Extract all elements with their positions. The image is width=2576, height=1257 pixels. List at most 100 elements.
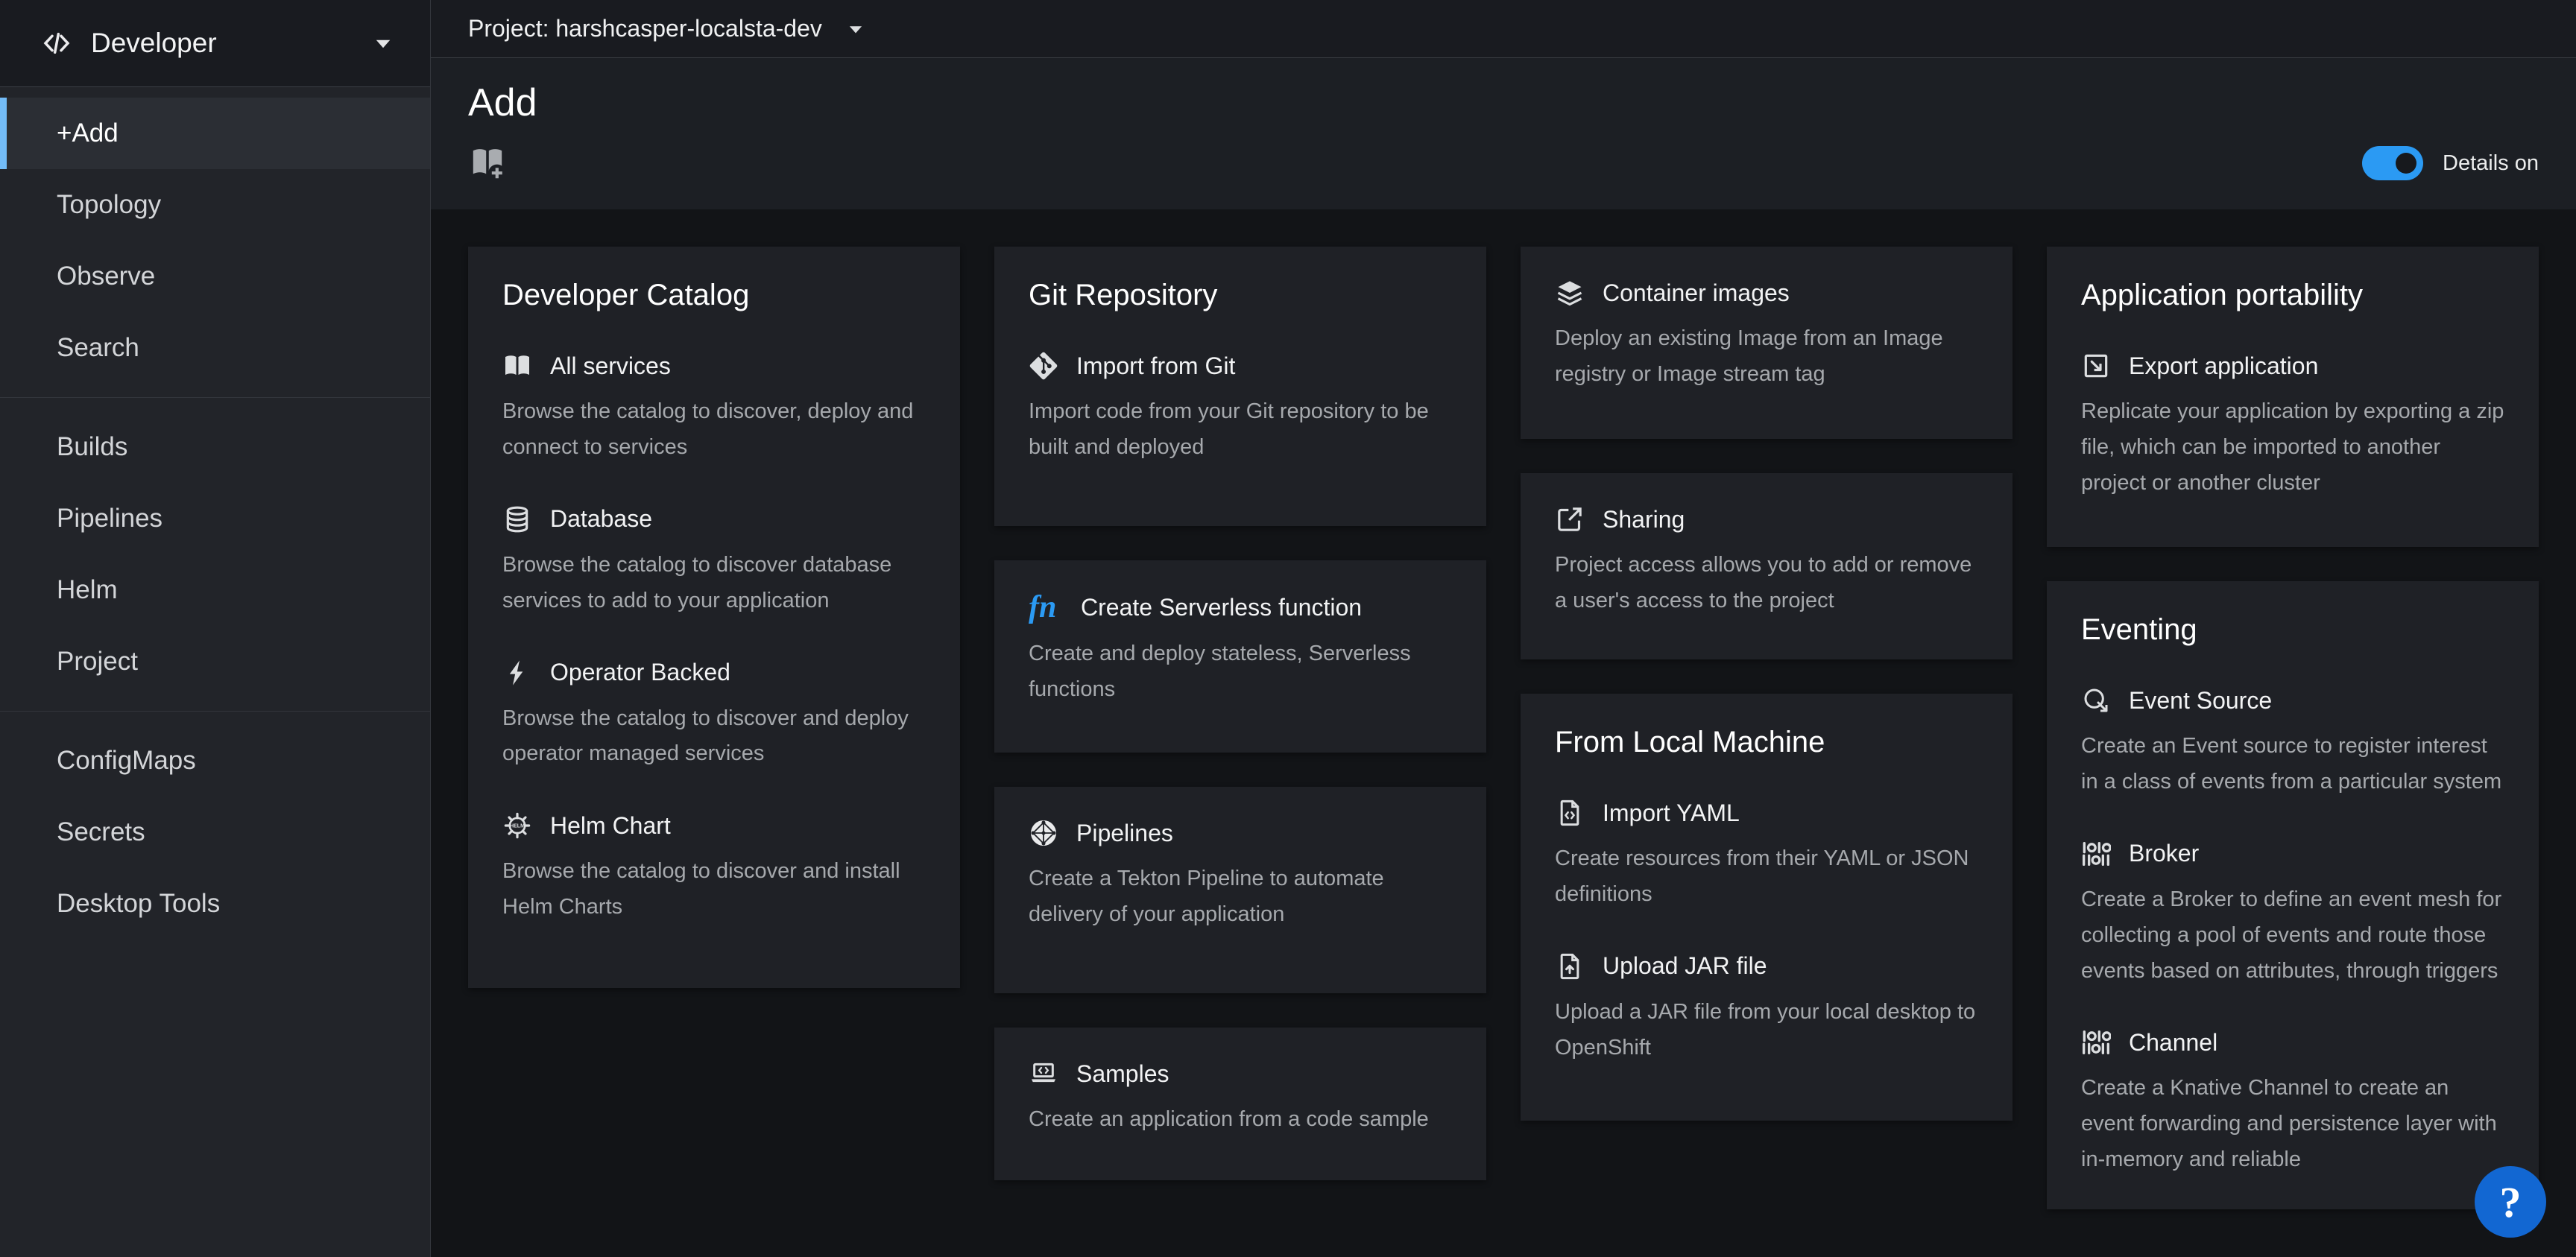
page-header: Add Details on	[431, 58, 2576, 209]
item-description: Browse the catalog to discover and deplo…	[502, 701, 926, 773]
sidebar: Developer +Add Topology Observe Search B…	[0, 0, 431, 1257]
perspective-label: Developer	[91, 28, 217, 59]
card-container-images: Container images Deploy an existing Imag…	[1521, 247, 2012, 439]
bolt-icon	[502, 658, 532, 688]
sidebar-item-add[interactable]: +Add	[0, 98, 430, 169]
sidebar-item-project[interactable]: Project	[0, 626, 430, 697]
catalog-plus-icon[interactable]	[468, 144, 507, 183]
code-icon	[42, 28, 72, 58]
add-item-helm-chart: Helm Chart Browse the catalog to discove…	[502, 811, 926, 925]
card-title: From Local Machine	[1555, 725, 1978, 759]
main-area: Project: harshcasper-localsta-dev Add De…	[431, 0, 2576, 1257]
item-link[interactable]: Helm Chart	[550, 812, 671, 840]
laptop-code-icon	[1029, 1059, 1058, 1089]
sidebar-item-configmaps[interactable]: ConfigMaps	[0, 725, 430, 797]
item-link[interactable]: Broker	[2129, 840, 2199, 867]
item-description: Create an Event source to register inter…	[2081, 729, 2504, 800]
grid-column-1: Developer Catalog All services Browse th…	[468, 247, 960, 988]
item-description: Browse the catalog to discover database …	[502, 548, 926, 619]
grid-column-4: Application portability Export applicati…	[2047, 247, 2539, 1209]
project-label: Project: harshcasper-localsta-dev	[468, 15, 822, 42]
export-icon	[2081, 351, 2111, 381]
item-link[interactable]: Sharing	[1603, 506, 1685, 533]
card-title: Developer Catalog	[502, 278, 926, 312]
card-git-repository: Git Repository Import from Git Import co…	[994, 247, 1486, 526]
item-description: Create an application from a code sample	[1029, 1102, 1452, 1138]
sidebar-item-secrets[interactable]: Secrets	[0, 797, 430, 868]
card-from-local-machine: From Local Machine Import YAML Create re…	[1521, 694, 2012, 1121]
database-icon	[502, 504, 532, 534]
sidebar-item-search[interactable]: Search	[0, 312, 430, 384]
add-item-channel: Channel Create a Knative Channel to crea…	[2081, 1028, 2504, 1178]
item-link[interactable]: Samples	[1076, 1060, 1169, 1088]
item-link[interactable]: Operator Backed	[550, 659, 730, 686]
add-item-database: Database Browse the catalog to discover …	[502, 504, 926, 619]
sidebar-item-pipelines[interactable]: Pipelines	[0, 483, 430, 554]
add-item-create-serverless-function: fn Create Serverless function Create and…	[1029, 592, 1452, 708]
card-serverless-function: fn Create Serverless function Create and…	[994, 560, 1486, 753]
sidebar-item-desktop-tools[interactable]: Desktop Tools	[0, 868, 430, 940]
item-link[interactable]: Import YAML	[1603, 800, 1740, 827]
item-description: Create a Knative Channel to create an ev…	[2081, 1071, 2504, 1178]
card-developer-catalog: Developer Catalog All services Browse th…	[468, 247, 960, 988]
sidebar-item-observe[interactable]: Observe	[0, 241, 430, 312]
help-button[interactable]: ?	[2475, 1166, 2546, 1238]
card-title: Eventing	[2081, 612, 2504, 647]
item-link[interactable]: Import from Git	[1076, 352, 1235, 380]
add-item-broker: Broker Create a Broker to define an even…	[2081, 839, 2504, 990]
add-item-upload-jar-file: Upload JAR file Upload a JAR file from y…	[1555, 952, 1978, 1066]
share-square-icon	[1555, 504, 1585, 534]
project-switcher[interactable]: Project: harshcasper-localsta-dev	[468, 15, 867, 42]
item-link[interactable]: Create Serverless function	[1081, 594, 1362, 621]
details-toggle[interactable]: Details on	[2362, 146, 2539, 180]
card-samples: Samples Create an application from a cod…	[994, 1028, 1486, 1180]
item-description: Browse the catalog to discover, deploy a…	[502, 394, 926, 466]
item-description: Import code from your Git repository to …	[1029, 394, 1452, 466]
item-link[interactable]: Channel	[2129, 1029, 2217, 1057]
item-description: Browse the catalog to discover and insta…	[502, 854, 926, 925]
chevron-down-icon	[845, 18, 867, 40]
toggle-knob	[2396, 153, 2416, 174]
card-pipelines: Pipelines Create a Tekton Pipeline to au…	[994, 787, 1486, 993]
item-description: Create and deploy stateless, Serverless …	[1029, 636, 1452, 708]
add-item-all-services: All services Browse the catalog to disco…	[502, 351, 926, 466]
function-icon: fn	[1029, 592, 1063, 623]
page-title: Add	[468, 82, 2539, 124]
item-link[interactable]: Event Source	[2129, 687, 2272, 715]
item-link[interactable]: Export application	[2129, 352, 2318, 380]
git-icon	[1029, 351, 1058, 381]
item-description: Upload a JAR file from your local deskto…	[1555, 995, 1978, 1066]
tekton-pipeline-icon	[1029, 818, 1058, 848]
item-description: Replicate your application by exporting …	[2081, 394, 2504, 501]
item-description: Create resources from their YAML or JSON…	[1555, 841, 1978, 913]
sidebar-nav: +Add Topology Observe Search Builds Pipe…	[0, 87, 430, 940]
channel-icon	[2081, 1028, 2111, 1057]
file-code-icon	[1555, 798, 1585, 828]
item-link[interactable]: Pipelines	[1076, 820, 1173, 847]
add-item-export-application: Export application Replicate your applic…	[2081, 351, 2504, 501]
add-item-pipelines: Pipelines Create a Tekton Pipeline to au…	[1029, 818, 1452, 933]
item-link[interactable]: Database	[550, 505, 652, 533]
details-toggle-label: Details on	[2443, 151, 2539, 176]
openshift-console: Developer +Add Topology Observe Search B…	[0, 0, 2576, 1257]
card-title: Application portability	[2081, 278, 2504, 312]
sidebar-item-topology[interactable]: Topology	[0, 169, 430, 241]
add-item-samples: Samples Create an application from a cod…	[1029, 1059, 1452, 1138]
card-grid: Developer Catalog All services Browse th…	[468, 247, 2540, 1209]
perspective-switcher[interactable]: Developer	[0, 0, 430, 87]
add-page-content: Developer Catalog All services Browse th…	[431, 209, 2576, 1257]
item-link[interactable]: Container images	[1603, 279, 1790, 307]
item-link[interactable]: Upload JAR file	[1603, 952, 1767, 980]
details-toggle-switch[interactable]	[2362, 146, 2423, 180]
chevron-down-icon	[370, 31, 396, 56]
helm-icon	[502, 811, 532, 840]
card-sharing: Sharing Project access allows you to add…	[1521, 473, 2012, 659]
sidebar-item-builds[interactable]: Builds	[0, 411, 430, 483]
card-title: Git Repository	[1029, 278, 1452, 312]
sidebar-item-helm[interactable]: Helm	[0, 554, 430, 626]
item-link[interactable]: All services	[550, 352, 671, 380]
context-bar: Project: harshcasper-localsta-dev	[431, 0, 2576, 58]
add-item-import-from-git: Import from Git Import code from your Gi…	[1029, 351, 1452, 466]
broker-icon	[2081, 839, 2111, 869]
event-source-icon	[2081, 686, 2111, 715]
